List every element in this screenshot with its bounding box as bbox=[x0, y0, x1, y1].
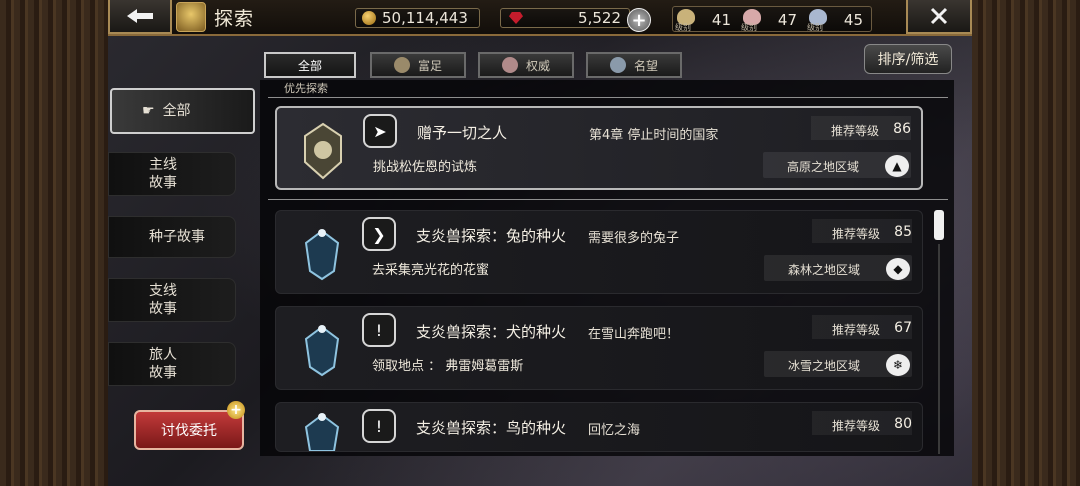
quest-type-badge: ! bbox=[362, 313, 396, 347]
divider bbox=[268, 97, 948, 98]
tab-fame[interactable]: 名望 bbox=[586, 52, 682, 78]
quest-type-badge: ➤ bbox=[363, 114, 397, 148]
level-value: 41 bbox=[711, 11, 731, 29]
mountain-icon: ▲ bbox=[885, 155, 909, 177]
back-button[interactable] bbox=[108, 0, 172, 34]
recommend-level: 80 bbox=[894, 416, 912, 432]
nav-item-side-story[interactable]: 支线 故事 bbox=[108, 278, 236, 322]
region-label: 高原之地区域 bbox=[786, 160, 859, 174]
gold-value: 50,114,443 bbox=[382, 9, 468, 27]
nav-item-traveler-story[interactable]: 旅人 故事 bbox=[108, 342, 236, 386]
gem-value: 5,522 bbox=[578, 9, 621, 27]
beast-emblem-icon bbox=[304, 325, 340, 377]
close-button[interactable] bbox=[906, 0, 972, 34]
level-authority: 级别 47 bbox=[739, 7, 805, 33]
tab-label: 名望 bbox=[633, 58, 658, 73]
beast-emblem-icon bbox=[304, 229, 340, 281]
sort-label: 排序/筛选 bbox=[877, 52, 939, 68]
level-caption: 级别 bbox=[675, 23, 691, 32]
level-caption: 级别 bbox=[807, 23, 823, 32]
scrollbar-thumb[interactable] bbox=[934, 210, 944, 240]
tab-wealth[interactable]: 富足 bbox=[370, 52, 466, 78]
gem-counter: 5,522 bbox=[500, 8, 630, 28]
quest-type-badge: ❯ bbox=[362, 217, 396, 251]
recommend-label: 推荐等级 bbox=[831, 323, 880, 337]
recommend-label: 推荐等级 bbox=[831, 227, 880, 241]
tab-all[interactable]: 全部 bbox=[264, 52, 356, 78]
left-frame bbox=[0, 0, 108, 486]
level-fame: 级别 45 bbox=[805, 7, 871, 33]
back-arrow-icon bbox=[127, 9, 153, 23]
quest-card-featured[interactable]: ➤ 赠予一切之人 第4章 停止时间的国家 推荐等级 86 挑战松佐恩的试炼 高原… bbox=[275, 106, 923, 190]
level-caption: 级别 bbox=[741, 23, 757, 32]
close-icon bbox=[930, 7, 948, 25]
page-title: 探索 bbox=[214, 7, 255, 30]
page-header: 探索 bbox=[176, 2, 254, 32]
wealth-icon bbox=[393, 57, 410, 73]
quest-title: 支炎兽探索：犬的种火 bbox=[416, 323, 567, 341]
quest-description: 去采集亮光花的花蜜 bbox=[372, 263, 490, 278]
quest-title: 支炎兽探索：兔的种火 bbox=[416, 227, 567, 245]
quest-button-label: 讨伐委托 bbox=[161, 423, 217, 439]
tab-label: 全部 bbox=[297, 58, 322, 73]
quest-card[interactable]: ❯ 支炎兽探索：兔的种火 需要很多的兔子 推荐等级 85 去采集亮光花的花蜜 森… bbox=[275, 210, 923, 294]
add-gems-button[interactable]: + bbox=[627, 8, 651, 32]
nav-label: 主线 故事 bbox=[149, 157, 177, 191]
quest-subtitle: 第4章 停止时间的国家 bbox=[589, 128, 719, 143]
quest-subtitle: 回忆之海 bbox=[588, 423, 641, 438]
quest-card[interactable]: ! 支炎兽探索：犬的种火 在雪山奔跑吧！ 推荐等级 67 领取地点 ： 弗雷姆葛… bbox=[275, 306, 923, 390]
coin-icon bbox=[362, 11, 376, 25]
region-label: 冰雪之地区域 bbox=[787, 359, 860, 373]
nav-label: 支线 故事 bbox=[149, 283, 177, 317]
snow-icon: ❄ bbox=[886, 354, 910, 376]
recommend-label: 推荐等级 bbox=[831, 419, 880, 433]
quest-card[interactable]: ! 支炎兽探索：鸟的种火 回忆之海 推荐等级 80 bbox=[275, 402, 923, 452]
recommend-level: 86 bbox=[893, 121, 911, 137]
beast-emblem-icon bbox=[304, 413, 340, 451]
fame-icon bbox=[609, 57, 626, 73]
quest-title: 赠予一切之人 bbox=[417, 124, 508, 142]
recommend-level: 85 bbox=[894, 224, 912, 240]
divider bbox=[268, 199, 948, 200]
crest-emblem-icon bbox=[304, 122, 342, 180]
quest-description: 领取地点 ： 弗雷姆葛雷斯 bbox=[372, 359, 524, 374]
quest-type-badge: ! bbox=[362, 409, 396, 443]
subjugation-quest-button[interactable]: 讨伐委托 bbox=[134, 410, 244, 450]
level-counters: 级别 41 级别 47 级别 45 bbox=[672, 6, 872, 32]
quest-subtitle: 需要很多的兔子 bbox=[588, 231, 680, 246]
quest-description: 挑战松佐恩的试炼 bbox=[373, 160, 478, 175]
region-label: 森林之地区域 bbox=[787, 263, 860, 277]
tab-label: 富足 bbox=[417, 58, 442, 73]
nav-item-all[interactable]: ☛ 全部 bbox=[110, 88, 255, 134]
scrollbar-track[interactable] bbox=[938, 244, 940, 454]
nav-item-main-story[interactable]: 主线 故事 bbox=[108, 152, 236, 196]
section-label: 优先探索 bbox=[284, 82, 328, 95]
nav-label: 旅人 故事 bbox=[149, 347, 177, 381]
nav-label: 全部 bbox=[162, 103, 191, 119]
quest-subtitle: 在雪山奔跑吧！ bbox=[588, 327, 680, 342]
level-value: 45 bbox=[843, 11, 863, 29]
quest-title: 支炎兽探索：鸟的种火 bbox=[416, 419, 567, 437]
forest-icon: ◆ bbox=[886, 258, 910, 280]
plus-badge-icon: + bbox=[227, 401, 245, 419]
gem-icon bbox=[509, 12, 523, 24]
gold-counter: 50,114,443 bbox=[355, 8, 480, 28]
level-value: 47 bbox=[777, 11, 797, 29]
tab-label: 权威 bbox=[525, 58, 550, 73]
nav-label: 种子故事 bbox=[149, 229, 205, 245]
level-wealth: 级别 41 bbox=[673, 7, 739, 33]
authority-icon bbox=[501, 57, 518, 73]
nav-item-seed-story[interactable]: 种子故事 bbox=[108, 216, 236, 258]
recommend-level: 67 bbox=[894, 320, 912, 336]
recommend-label: 推荐等级 bbox=[830, 124, 879, 138]
tab-authority[interactable]: 权威 bbox=[478, 52, 574, 78]
sort-filter-button[interactable]: 排序/筛选 bbox=[864, 44, 952, 74]
right-frame bbox=[972, 0, 1080, 486]
pointing-hand-icon: ☛ bbox=[142, 103, 155, 119]
explore-icon bbox=[176, 2, 206, 32]
